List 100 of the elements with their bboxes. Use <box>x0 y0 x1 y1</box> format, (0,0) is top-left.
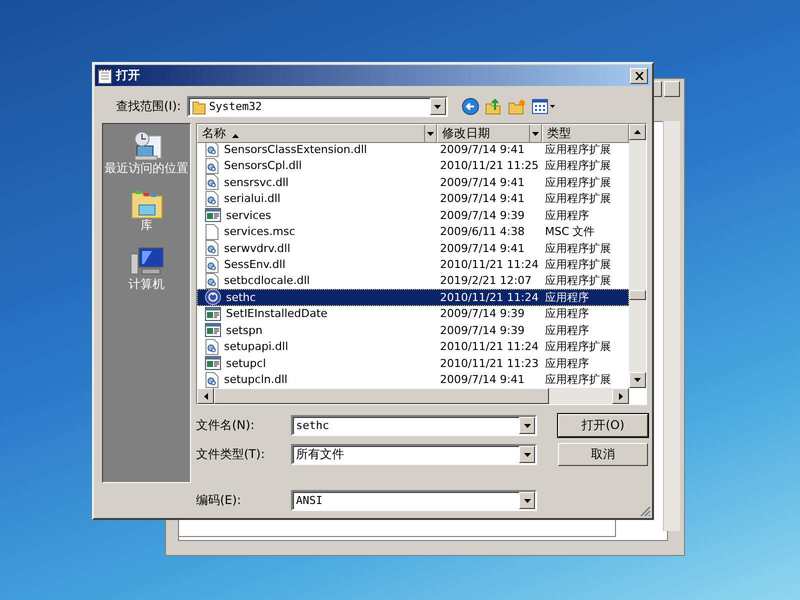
field-label: 编码(E): <box>196 492 242 509</box>
dropdown-field[interactable]: ANSI <box>291 490 537 511</box>
type-cell-text: 应用程序扩展 <box>544 240 612 256</box>
file-row[interactable]: SetIEInstalledDate 2009/7/14 9:39 应用程序 <box>197 306 629 322</box>
file-row[interactable]: setupcl 2010/11/21 11:23 应用程序 <box>197 355 629 372</box>
window-title: 打开 <box>116 67 141 84</box>
date-cell-text: 2009/7/14 9:39 <box>439 324 526 337</box>
file-row[interactable]: setspn 2009/7/14 9:39 应用程序 <box>197 322 629 339</box>
file-row[interactable]: SensorsClassExtension.dll 2009/7/14 9:41 应用程序扩展 <box>197 141 629 158</box>
file-row[interactable]: sensrsvc.dll 2009/7/14 9:41 应用程序扩展 <box>197 174 629 190</box>
date-cell-text: 2009/6/11 4:38 <box>439 225 526 238</box>
file-name: setupcl <box>225 356 266 370</box>
column-header[interactable]: 类型 <box>542 124 629 143</box>
type-cell-text: 应用程序扩展 <box>544 174 612 190</box>
column-header[interactable]: 名称 <box>197 124 437 143</box>
file-name: SensorsClassExtension.dll <box>223 142 367 156</box>
gear-document-icon <box>205 240 219 256</box>
date-cell-text: 2009/7/14 9:41 <box>439 142 526 156</box>
close-button[interactable] <box>664 81 680 97</box>
dropdown-field[interactable]: sethc <box>291 415 537 436</box>
sort-arrow-icon <box>232 134 239 138</box>
file-name: setupapi.dll <box>223 340 288 354</box>
type-cell-text: 应用程序 <box>544 306 590 322</box>
gear-document-icon <box>205 272 219 289</box>
type-cell-text: 应用程序 <box>544 356 590 371</box>
date-cell-text: 2010/11/21 11:24 <box>439 290 540 304</box>
file-name: SensorsCpl.dll <box>223 159 302 172</box>
gear-document-icon <box>205 372 219 388</box>
date-cell-text: 2009/7/14 9:41 <box>439 373 526 386</box>
type-cell-text: 应用程序扩展 <box>544 158 612 174</box>
type-cell-text: 应用程序 <box>544 322 590 338</box>
file-row[interactable]: SessEnv.dll 2010/11/21 11:24 应用程序扩展 <box>197 256 629 273</box>
file-row[interactable]: services 2009/7/14 9:39 应用程序 <box>197 206 629 224</box>
window-icon <box>205 323 221 338</box>
file-row[interactable]: serialui.dll 2009/7/14 9:41 应用程序扩展 <box>197 190 629 207</box>
gear-document-icon <box>205 158 219 174</box>
folder-icon <box>192 98 206 114</box>
file-name: sensrsvc.dll <box>223 176 289 189</box>
place-item[interactable]: 计算机 <box>128 278 164 291</box>
dialog-button[interactable]: 打开(O) <box>558 414 648 437</box>
view-menu-icon[interactable] <box>532 99 556 114</box>
date-cell-text: 2010/11/21 11:25 <box>439 159 540 172</box>
scroll-left-icon <box>204 392 208 400</box>
blank-document-icon <box>205 224 219 240</box>
type-cell-text: 应用程序扩展 <box>544 372 612 388</box>
caret-icon <box>427 132 434 136</box>
folder-icon <box>130 189 162 219</box>
gear-document-icon <box>205 256 219 273</box>
file-name: sethc <box>225 290 256 304</box>
type-cell-text: 应用程序扩展 <box>544 339 612 354</box>
date-cell-text: 2009/7/14 9:39 <box>439 208 526 222</box>
dropdown-field[interactable]: 所有文件 <box>291 444 537 465</box>
date-cell-text: 2010/11/21 11:24 <box>439 340 540 354</box>
look-in-dropdown[interactable]: System32 <box>186 96 448 117</box>
file-name: setbcdlocale.dll <box>223 274 310 288</box>
file-name: services <box>225 208 272 222</box>
file-row[interactable]: setupapi.dll 2010/11/21 11:24 应用程序扩展 <box>197 338 629 356</box>
date-cell-text: 2009/7/14 9:41 <box>439 176 526 189</box>
file-row[interactable]: sethc 2010/11/21 11:24 应用程序 <box>197 289 629 306</box>
file-name: setspn <box>225 324 262 337</box>
scroll-up-icon <box>634 130 641 134</box>
scroll-right-icon <box>618 392 622 400</box>
date-cell-text: 2010/11/21 11:23 <box>439 356 540 370</box>
column-header[interactable]: 修改日期 <box>437 124 542 143</box>
type-cell-text: 应用程序扩展 <box>544 191 612 206</box>
look-in-label: 查找范围(I): <box>116 98 181 115</box>
notepad-icon <box>98 68 112 84</box>
horizontal-scrollbar[interactable] <box>197 388 629 404</box>
window-icon <box>205 208 221 222</box>
field-label: 文件名(N): <box>196 417 256 434</box>
resize-grip-icon[interactable] <box>639 505 651 517</box>
caret-icon <box>524 424 530 428</box>
file-row[interactable]: SensorsCpl.dll 2010/11/21 11:25 应用程序扩展 <box>197 157 629 174</box>
date-cell-text: 2010/11/21 11:24 <box>439 258 540 272</box>
caret-icon <box>524 452 530 456</box>
file-name: SessEnv.dll <box>223 258 286 272</box>
circle-icon <box>205 289 221 306</box>
file-name: serialui.dll <box>223 192 280 206</box>
file-name: SetIEInstalledDate <box>225 307 328 320</box>
window-icon <box>205 306 221 321</box>
file-row[interactable]: setupcln.dll 2009/7/14 9:41 应用程序扩展 <box>197 372 629 388</box>
vertical-scrollbar[interactable] <box>629 124 646 388</box>
caret-icon <box>524 498 530 502</box>
type-cell-text: 应用程序扩展 <box>544 273 612 288</box>
file-row[interactable]: serwvdrv.dll 2009/7/14 9:41 应用程序扩展 <box>197 240 629 256</box>
close-icon <box>634 72 644 80</box>
place-item[interactable]: 最近访问的位置 <box>104 162 188 175</box>
dialog-button[interactable]: 取消 <box>558 443 648 466</box>
type-cell-text: 应用程序扩展 <box>544 257 612 272</box>
file-name: setupcln.dll <box>223 373 288 386</box>
place-item[interactable]: 库 <box>140 219 152 232</box>
file-row[interactable]: services.msc 2009/6/11 4:38 MSC 文件 <box>197 223 629 240</box>
gear-document-icon <box>205 174 219 190</box>
scrollbar-thumb[interactable] <box>629 290 646 300</box>
field-label: 文件类型(T): <box>196 446 266 463</box>
date-cell-text: 2019/2/21 12:07 <box>439 274 533 288</box>
caret-icon <box>434 104 442 108</box>
gear-document-icon <box>205 338 219 355</box>
file-row[interactable]: setbcdlocale.dll 2019/2/21 12:07 应用程序扩展 <box>197 272 629 290</box>
close-button[interactable] <box>630 68 648 84</box>
